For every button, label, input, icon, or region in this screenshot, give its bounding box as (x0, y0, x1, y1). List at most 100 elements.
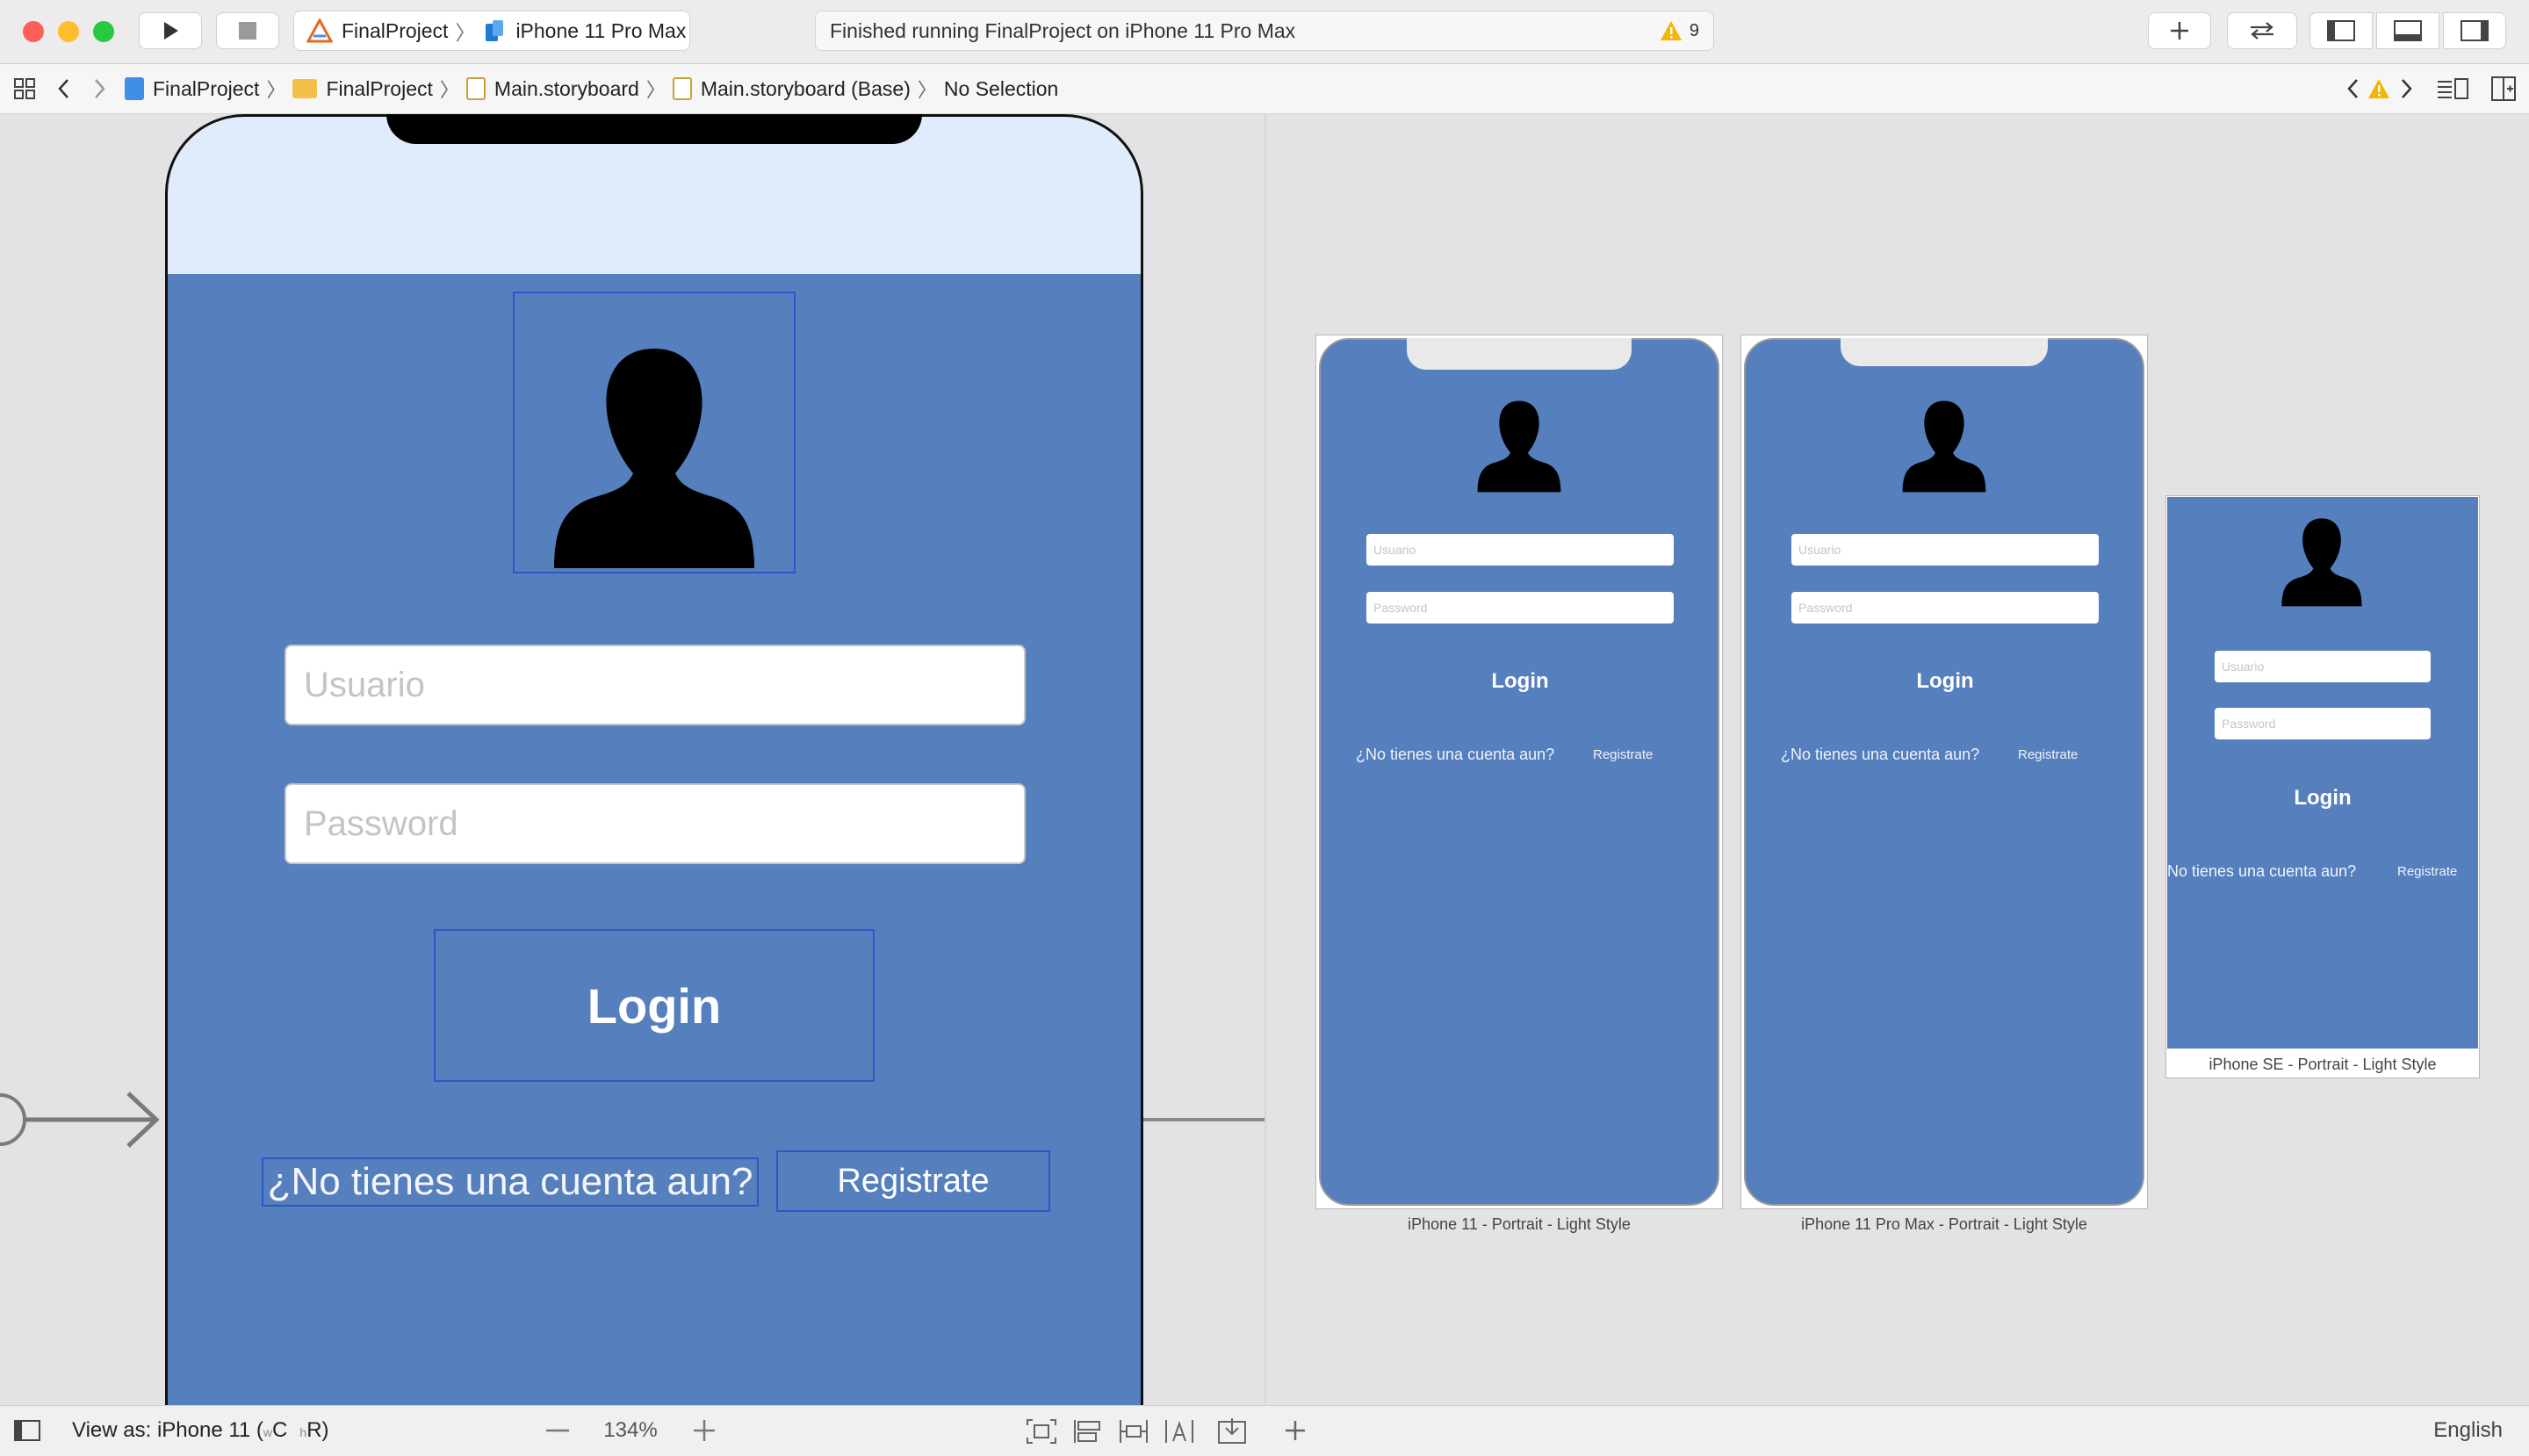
storyboard-file-icon (465, 77, 486, 100)
preview-question-label: ¿No tienes una cuenta aun? (1781, 746, 1980, 763)
chevron-right-icon: 〉 (439, 79, 459, 101)
add-editor-icon[interactable] (2490, 76, 2517, 102)
device-notch (386, 114, 922, 144)
preview-notch (1841, 338, 2048, 366)
add-variation-icon[interactable] (1282, 1418, 1308, 1443)
xcode-app-icon (306, 18, 333, 43)
preview-username-field: Usuario (1366, 534, 1674, 566)
preview-username-field: Usuario (2215, 651, 2431, 682)
preview-question-label: ¿No tienes una cuenta aun? (1356, 746, 1555, 763)
stop-button[interactable] (216, 12, 279, 49)
warning-count[interactable]: 9 (1690, 21, 1699, 41)
preview-caption: iPhone SE - Portrait - Light Style (2208, 1056, 2437, 1073)
toggle-debug-area-button[interactable] (2376, 12, 2439, 49)
next-issue-icon[interactable] (2397, 76, 2415, 101)
canvas-bottom-bar: View as: iPhone 11 ( w C h R) 134% Engli… (0, 1405, 2529, 1456)
zoom-level: 134% (603, 1418, 658, 1442)
editor-options-icon[interactable] (2436, 76, 2469, 101)
warning-icon[interactable] (2367, 78, 2390, 99)
segue-line (1143, 1118, 1264, 1121)
chevron-right-icon: 〉 (645, 79, 666, 101)
right-panel-icon (2461, 20, 2489, 41)
size-class-height-prefix: h (299, 1425, 307, 1439)
person-silhouette-icon (1902, 400, 1986, 493)
entry-point-arrow-icon[interactable] (0, 1089, 176, 1159)
size-class-width-prefix: w (263, 1425, 273, 1439)
view-as-label: View as: iPhone 11 ( (72, 1418, 263, 1442)
preview-question-label: No tienes una cuenta aun? (2167, 862, 2357, 880)
close-window-button[interactable] (23, 21, 44, 42)
library-button[interactable] (2148, 12, 2211, 49)
register-button[interactable]: Registrate (776, 1150, 1050, 1212)
related-items-icon[interactable] (12, 76, 37, 101)
breadcrumb-item-group[interactable]: FinalProject (326, 77, 432, 101)
preview-password-field: Password (1791, 592, 2099, 623)
person-silhouette-icon (1477, 400, 1561, 493)
username-placeholder: Usuario (304, 665, 425, 704)
preview-username-placeholder: Usuario (2222, 660, 2265, 674)
preview-password-placeholder: Password (1373, 601, 1428, 615)
preview-login-label: Login (1916, 669, 1974, 693)
zoom-window-button[interactable] (93, 21, 114, 42)
jumpbar-right-controls (2345, 64, 2517, 113)
zoom-out-icon[interactable] (543, 1420, 573, 1441)
stack-view-icon[interactable] (1073, 1418, 1103, 1445)
align-icon[interactable] (1119, 1418, 1149, 1445)
size-class-width: C (272, 1418, 288, 1442)
preview-password-placeholder: Password (2222, 717, 2276, 731)
breadcrumb-item-selection[interactable]: No Selection (944, 77, 1058, 101)
run-button[interactable] (139, 12, 202, 49)
preview-register-label: Registrate (1593, 747, 1654, 762)
play-icon (164, 22, 178, 40)
password-placeholder: Password (304, 804, 458, 843)
chevron-right-icon: 〉 (455, 21, 476, 44)
preview-password-field: Password (2215, 708, 2431, 739)
no-account-label[interactable]: ¿No tienes una cuenta aun? (262, 1157, 759, 1207)
toggle-navigator-button[interactable] (2309, 12, 2373, 49)
warning-icon[interactable] (1660, 20, 1682, 41)
username-field[interactable]: Usuario (285, 645, 1026, 725)
scheme-selector[interactable]: FinalProject 〉 iPhone 11 Pro Max (293, 11, 690, 51)
folder-icon (292, 79, 318, 98)
code-review-button[interactable] (2227, 12, 2297, 49)
password-field[interactable]: Password (285, 783, 1026, 864)
preview-register-label: Registrate (2018, 747, 2079, 762)
preview-username-placeholder: Usuario (1798, 543, 1841, 557)
window-toolbar: FinalProject 〉 iPhone 11 Pro Max Finishe… (0, 0, 2529, 64)
resolve-auto-layout-issues-icon[interactable] (1217, 1416, 1247, 1445)
forward-icon[interactable] (90, 76, 109, 101)
scheme-device-name[interactable]: iPhone 11 Pro Max (515, 19, 686, 43)
size-class-height: R) (306, 1418, 329, 1442)
back-icon[interactable] (54, 76, 74, 101)
breadcrumb-item-storyboard[interactable]: Main.storyboard (494, 77, 639, 101)
preview-register-label: Registrate (2397, 864, 2458, 879)
preview-username-field: Usuario (1791, 534, 2099, 566)
breadcrumb-item-project[interactable]: FinalProject (153, 77, 259, 101)
login-button[interactable]: Login (434, 929, 875, 1082)
person-silhouette-icon (554, 349, 754, 568)
document-outline-icon[interactable] (14, 1420, 40, 1441)
preview-password-field: Password (1366, 592, 1674, 623)
zoom-in-icon[interactable] (690, 1418, 718, 1443)
canvas-divider[interactable] (1264, 114, 1266, 1405)
preview-notch (1407, 338, 1632, 370)
activity-viewer: Finished running FinalProject on iPhone … (815, 11, 1714, 51)
no-account-text: ¿No tienes una cuenta aun? (267, 1160, 753, 1203)
jump-bar: FinalProject 〉 FinalProject 〉 Main.story… (0, 64, 2529, 114)
language-selector[interactable]: English (2433, 1418, 2503, 1443)
person-silhouette-icon (2281, 518, 2362, 607)
add-constraints-icon[interactable] (1164, 1418, 1194, 1445)
preview-username-placeholder: Usuario (1373, 543, 1416, 557)
plus-icon (2171, 22, 2188, 40)
previous-issue-icon[interactable] (2345, 76, 2362, 101)
toggle-inspector-button[interactable] (2443, 12, 2506, 49)
scheme-project-name: FinalProject (342, 18, 449, 42)
stop-icon (239, 22, 256, 40)
device-icon (486, 20, 504, 41)
minimize-window-button[interactable] (58, 21, 79, 42)
update-frames-icon[interactable] (1026, 1418, 1057, 1445)
preview-login-label: Login (2294, 786, 2352, 810)
view-as-device-button[interactable]: View as: iPhone 11 ( w C h R) (72, 1418, 329, 1443)
breadcrumb-item-storyboard-base[interactable]: Main.storyboard (Base) (701, 77, 911, 101)
avatar-image-view[interactable] (513, 292, 796, 573)
